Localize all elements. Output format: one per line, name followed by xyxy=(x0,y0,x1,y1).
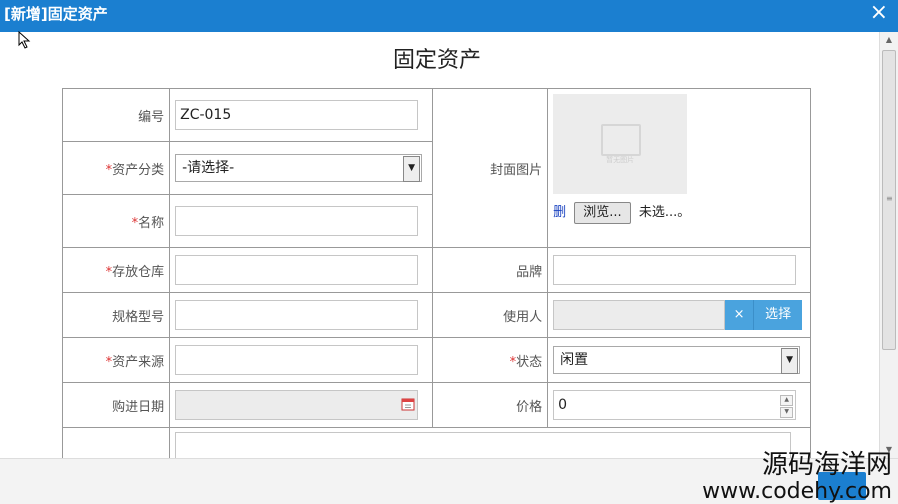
browse-button[interactable]: 浏览... xyxy=(574,202,631,224)
warehouse-input[interactable] xyxy=(175,255,419,285)
source-input[interactable] xyxy=(175,345,419,375)
close-icon[interactable]: × xyxy=(870,2,888,24)
price-input[interactable]: 0 ▲ ▼ xyxy=(553,390,797,420)
status-select[interactable]: 闲置 ▼ xyxy=(553,346,801,374)
watermark: 源码海洋网 www.codehy.com xyxy=(702,450,892,504)
scroll-thumb[interactable]: ≡ xyxy=(882,50,896,350)
spec-input[interactable] xyxy=(175,300,419,330)
price-label: 价格 xyxy=(431,382,549,428)
code-label: 编号 xyxy=(61,88,171,142)
cover-image-placeholder: 暂无图片 xyxy=(553,94,688,194)
dropdown-arrow-icon[interactable]: ▼ xyxy=(403,156,421,182)
user-input[interactable] xyxy=(553,300,726,330)
file-status: 未选...。 xyxy=(638,205,691,220)
category-select[interactable]: -请选择- ▼ xyxy=(175,154,423,182)
scroll-up-icon[interactable]: ▲ xyxy=(880,32,898,48)
extra-label xyxy=(61,427,171,458)
cover-cell: 暂无图片 删 浏览... 未选...。 xyxy=(547,88,811,248)
spin-down-icon[interactable]: ▼ xyxy=(780,407,794,418)
calendar-icon[interactable] xyxy=(401,397,415,411)
asset-form: 编号 ZC-015 封面图片 暂无图片 删 浏览... 未选...。 *资产分类… xyxy=(61,88,811,458)
placeholder-caption: 暂无图片 xyxy=(606,156,635,164)
spec-label: 规格型号 xyxy=(61,292,171,338)
vertical-scrollbar[interactable]: ▲ ≡ ▼ xyxy=(879,32,898,458)
purchase-date-input[interactable] xyxy=(175,390,419,420)
watermark-line1: 源码海洋网 xyxy=(761,450,892,480)
purchase-date-label: 购进日期 xyxy=(61,382,171,428)
watermark-line2: www.codehy.com xyxy=(702,479,892,504)
dropdown-arrow-icon[interactable]: ▼ xyxy=(781,348,799,374)
cover-label: 封面图片 xyxy=(431,88,549,248)
category-label: *资产分类 xyxy=(61,141,171,195)
name-input[interactable] xyxy=(175,206,419,236)
image-icon xyxy=(601,124,642,156)
select-user-button[interactable]: 选择 xyxy=(753,300,803,330)
remark-textarea[interactable] xyxy=(175,432,792,458)
clear-user-button[interactable]: × xyxy=(725,300,754,330)
name-label: *名称 xyxy=(61,194,171,248)
user-picker: × 选择 xyxy=(553,300,810,330)
dialog-titlebar: [新增]固定资产 × xyxy=(0,0,898,32)
code-input[interactable]: ZC-015 xyxy=(175,100,419,130)
spin-up-icon[interactable]: ▲ xyxy=(780,395,794,406)
warehouse-label: *存放仓库 xyxy=(61,247,171,293)
delete-image-link[interactable]: 删 xyxy=(553,205,566,220)
user-label: 使用人 xyxy=(431,292,549,338)
status-label: *状态 xyxy=(431,337,549,383)
price-stepper[interactable]: ▲ ▼ xyxy=(780,395,794,418)
form-title: 固定资产 xyxy=(392,48,481,73)
dialog-title: [新增]固定资产 xyxy=(4,5,108,23)
dialog-content: 固定资产 编号 ZC-015 封面图片 暂无图片 删 浏览... 未选...。 … xyxy=(0,32,878,458)
source-label: *资产来源 xyxy=(61,337,171,383)
brand-label: 品牌 xyxy=(431,247,549,293)
brand-input[interactable] xyxy=(553,255,797,285)
